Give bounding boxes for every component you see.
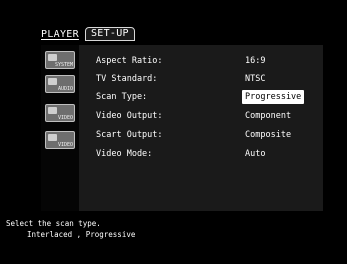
sidebar-item-system[interactable]: SYSTEM [45, 51, 75, 69]
system-icon: SYSTEM [54, 62, 73, 68]
menu-tabs: PLAYER SET-UP [41, 26, 135, 41]
help-line-2: Interlaced , Progressive [27, 230, 136, 239]
setting-value: NTSC [245, 74, 266, 84]
setting-label: Aspect Ratio: [96, 56, 163, 66]
selected-setting-value[interactable]: Progressive [242, 90, 305, 104]
setting-value: Composite [245, 130, 292, 140]
tab-setup[interactable]: SET-UP [84, 27, 135, 41]
setting-tv-standard[interactable]: TV Standard: NTSC [96, 72, 321, 86]
setting-label: TV Standard: [96, 74, 158, 84]
setting-aspect-ratio[interactable]: Aspect Ratio: 16:9 [96, 54, 321, 68]
audio-icon: AUDIO [57, 86, 73, 92]
help-text: Select the scan type. Interlaced , Progr… [6, 218, 135, 240]
setting-label: Scan Type: [96, 92, 148, 102]
setting-label: Video Output: [96, 111, 163, 121]
sidebar-item-audio[interactable]: AUDIO [45, 75, 75, 93]
setting-video-output[interactable]: Video Output: Component [96, 109, 321, 123]
setting-value: Auto [245, 149, 266, 159]
tab-player[interactable]: PLAYER [41, 29, 79, 41]
scart-video-icon: VIDEO [57, 142, 73, 148]
settings-panel: SYSTEM AUDIO VIDEO VIDEO Aspect Ratio: 1… [41, 45, 323, 211]
setting-value: 16:9 [245, 56, 266, 66]
category-sidebar: SYSTEM AUDIO VIDEO VIDEO [41, 45, 79, 211]
video-icon: VIDEO [57, 115, 73, 121]
sidebar-item-video[interactable]: VIDEO [45, 104, 75, 122]
setting-label: Video Mode: [96, 149, 153, 159]
setting-video-mode[interactable]: Video Mode: Auto [96, 147, 321, 161]
setting-value: Component [245, 111, 292, 121]
sidebar-item-scart-video[interactable]: VIDEO [45, 131, 75, 149]
setting-scart-output[interactable]: Scart Output: Composite [96, 128, 321, 142]
setting-label: Scart Output: [96, 130, 163, 140]
setting-scan-type[interactable]: Scan Type: Progressive [96, 90, 321, 104]
help-line-1: Select the scan type. [6, 219, 101, 228]
